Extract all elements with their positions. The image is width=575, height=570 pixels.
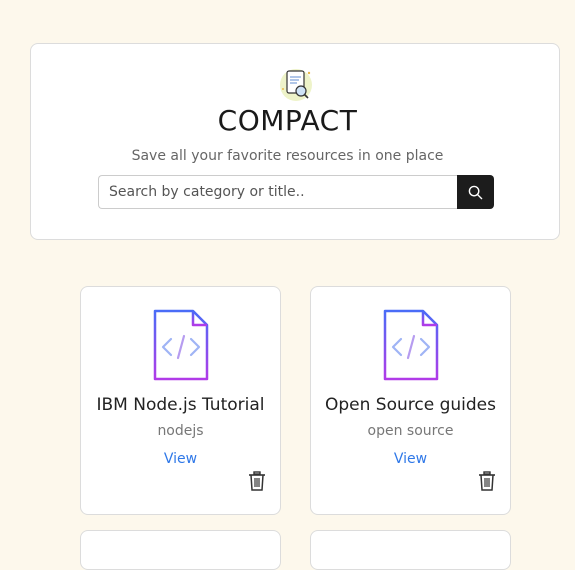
resource-card: Open Source guides open source View (310, 286, 511, 515)
resource-title: IBM Node.js Tutorial (96, 395, 265, 415)
resource-card (80, 530, 281, 570)
resource-card: IBM Node.js Tutorial nodejs View (80, 286, 281, 515)
code-file-icon (153, 309, 209, 381)
search-icon (468, 185, 483, 199)
app-title: COMPACT (217, 104, 358, 137)
resource-title: Open Source guides (325, 395, 496, 415)
view-link[interactable]: View (81, 451, 280, 467)
resource-card (310, 530, 511, 570)
view-link[interactable]: View (311, 451, 510, 467)
resource-category: nodejs (157, 423, 204, 439)
search-bar (98, 175, 494, 209)
resource-category: open source (367, 423, 454, 439)
search-input[interactable] (98, 175, 457, 209)
code-file-icon (383, 309, 439, 381)
trash-icon[interactable] (478, 471, 496, 491)
app-subtitle: Save all your favorite resources in one … (131, 148, 444, 164)
document-search-icon (280, 69, 312, 101)
search-button[interactable] (457, 175, 494, 209)
trash-icon[interactable] (248, 471, 266, 491)
